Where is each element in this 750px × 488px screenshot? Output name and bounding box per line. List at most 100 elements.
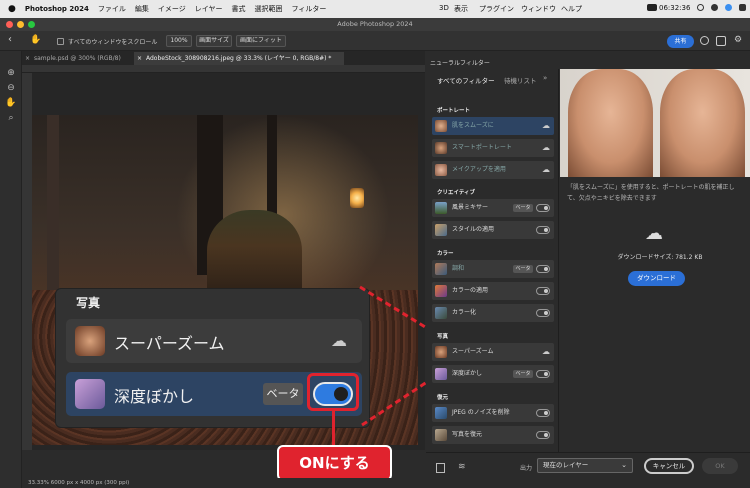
after-face — [660, 69, 745, 177]
tab-label: AdobeStock_308908216.jpeg @ 33.3% (レイヤー … — [146, 55, 332, 62]
callout-category-photo: 写真 — [76, 296, 101, 310]
notification-icon[interactable] — [739, 4, 746, 11]
menu-filter[interactable]: フィルター — [292, 4, 327, 14]
zoom-out-icon[interactable]: ⊖ — [5, 82, 17, 94]
ok-button[interactable]: OK — [702, 458, 738, 474]
layers-icon[interactable]: ≋ — [458, 462, 466, 472]
cloud-download-icon[interactable]: ☁ — [542, 165, 550, 174]
apple-icon[interactable]: ● — [8, 4, 16, 14]
menu-app[interactable]: Photoshop 2024 — [25, 5, 89, 13]
chevron-down-icon: ⌄ — [621, 461, 627, 469]
filter-item-color-transfer[interactable]: カラーの適用 — [432, 282, 554, 300]
share-button[interactable]: 共有 — [667, 35, 694, 48]
hand-tool-icon: ✋ — [30, 35, 42, 45]
cloud-download-icon: ☁ — [645, 223, 663, 244]
filter-item-style-transfer[interactable]: スタイルの適用 — [432, 221, 554, 239]
gear-icon[interactable]: ⚙ — [734, 35, 742, 45]
neural-filters-panel-header: ニューラルフィルター — [426, 51, 750, 69]
scroll-all-label: すべてのウィンドウをスクロール — [68, 39, 158, 46]
filter-item-makeup[interactable]: メイクアップを適用 ☁ — [432, 161, 554, 179]
filter-description: 「肌をスムーズに」を使用すると、ポートレートの肌を補正して、欠点やニキビを除去で… — [567, 184, 735, 202]
workspace-icon[interactable] — [716, 36, 726, 46]
filter-toggle[interactable] — [536, 287, 550, 295]
filter-item-colorize[interactable]: カラー化 — [432, 304, 554, 322]
tab-waitlist[interactable]: 待機リスト — [504, 75, 537, 85]
filter-toggle[interactable] — [536, 431, 550, 439]
cloud-download-icon[interactable]: ☁ — [542, 121, 550, 130]
category-color: カラー — [437, 251, 454, 257]
tab-adobestock[interactable]: × AdobeStock_308908216.jpeg @ 33.3% (レイヤ… — [134, 52, 344, 65]
callout-item-label: 深度ぼかし — [114, 387, 195, 406]
beta-badge: ベータ — [513, 370, 533, 378]
menu-edit[interactable]: 編集 — [135, 4, 149, 14]
filter-toggle[interactable] — [536, 409, 550, 417]
filter-toggle[interactable] — [536, 265, 550, 273]
category-photo: 写真 — [437, 334, 449, 340]
panel-tab-title[interactable]: ニューラルフィルター — [430, 58, 490, 67]
siri-icon[interactable] — [725, 4, 732, 11]
menu-view[interactable]: 表示 — [454, 4, 468, 14]
zoom-tool-icon[interactable]: ⌕ — [5, 112, 17, 124]
filter-item-smart-portrait[interactable]: スマートポートレート ☁ — [432, 139, 554, 157]
before-after-preview — [560, 69, 750, 177]
menu-image[interactable]: イメージ — [158, 4, 186, 14]
menu-layer[interactable]: レイヤー — [195, 4, 223, 14]
output-select[interactable]: 現在のレイヤー ⌄ — [537, 458, 633, 473]
output-value: 現在のレイヤー — [543, 461, 589, 469]
cancel-button[interactable]: キャンセル — [644, 458, 694, 474]
tab-all-filters[interactable]: すべてのフィルター — [437, 75, 495, 85]
title-bar: Adobe Photoshop 2024 — [0, 18, 750, 31]
filter-toggle[interactable] — [536, 309, 550, 317]
fill-screen-button[interactable]: 画面にフィット — [236, 35, 286, 47]
tab-sample-psd[interactable]: × sample.psd @ 300% (RGB/8) — [22, 52, 134, 65]
close-tab-icon[interactable]: × — [137, 52, 142, 65]
before-face — [568, 69, 653, 177]
menu-select[interactable]: 選択範囲 — [255, 4, 283, 14]
filter-toggle[interactable] — [536, 204, 550, 212]
cloud-download-icon[interactable]: ☁ — [542, 347, 550, 356]
filter-toggle[interactable] — [536, 370, 550, 378]
ruler-horizontal[interactable] — [22, 65, 425, 73]
minimize-window-button[interactable] — [17, 21, 24, 28]
tools-panel: ⊕ ⊖ ✋ ⌕ — [0, 51, 22, 488]
close-window-button[interactable] — [6, 21, 13, 28]
hand-tool-icon[interactable]: ✋ — [5, 97, 17, 109]
download-button[interactable]: ダウンロード — [628, 271, 685, 286]
search-icon[interactable] — [700, 36, 709, 45]
filter-item-depth-blur[interactable]: 深度ぼかし ベータ — [432, 365, 554, 383]
menu-file[interactable]: ファイル — [98, 4, 126, 14]
filter-item-jpeg-artifacts[interactable]: JPEG のノイズを削除 — [432, 404, 554, 422]
cloud-download-icon[interactable]: ☁ — [331, 331, 347, 350]
callout-item-superzoom[interactable]: スーパーズーム ☁ — [66, 319, 362, 363]
beta-badge: ベータ — [513, 204, 533, 212]
zoom-window-button[interactable] — [28, 21, 35, 28]
filter-item-superzoom[interactable]: スーパーズーム ☁ — [432, 343, 554, 361]
control-center-icon[interactable] — [711, 4, 718, 11]
filter-item-harmonization[interactable]: 調和 ベータ — [432, 260, 554, 278]
search-icon[interactable] — [697, 4, 704, 11]
filter-item-photo-restoration[interactable]: 写真を復元 — [432, 426, 554, 444]
category-restore: 復元 — [437, 395, 449, 401]
menu-3d[interactable]: 3D — [439, 4, 449, 12]
fit-screen-button[interactable]: 画面サイズ — [196, 35, 232, 47]
category-portrait: ポートレート — [437, 108, 471, 114]
ruler-vertical[interactable] — [22, 73, 32, 450]
waitlist-info-icon[interactable]: » — [543, 74, 547, 82]
filter-item-landscape-mixer[interactable]: 風景ミキサー ベータ — [432, 199, 554, 217]
menu-type[interactable]: 書式 — [232, 4, 246, 14]
annotation-connector — [332, 411, 335, 447]
scroll-all-checkbox[interactable] — [57, 38, 64, 45]
back-icon[interactable]: ‹ — [8, 34, 12, 45]
preview-compare-icon[interactable] — [436, 463, 445, 473]
cloud-download-icon[interactable]: ☁ — [542, 143, 550, 152]
filter-toggle[interactable] — [536, 226, 550, 234]
menu-plugins[interactable]: プラグイン — [479, 4, 514, 14]
filter-item-skin-smoothing[interactable]: 肌をスムーズに ☁ — [432, 117, 554, 135]
menu-window[interactable]: ウィンドウ — [521, 4, 556, 14]
beta-badge: ベータ — [513, 265, 533, 273]
tab-label: sample.psd @ 300% (RGB/8) — [34, 55, 121, 62]
zoom-in-icon[interactable]: ⊕ — [5, 67, 17, 79]
close-tab-icon[interactable]: × — [25, 52, 30, 65]
menu-help[interactable]: ヘルプ — [561, 4, 582, 14]
zoom-100-button[interactable]: 100% — [166, 35, 192, 47]
